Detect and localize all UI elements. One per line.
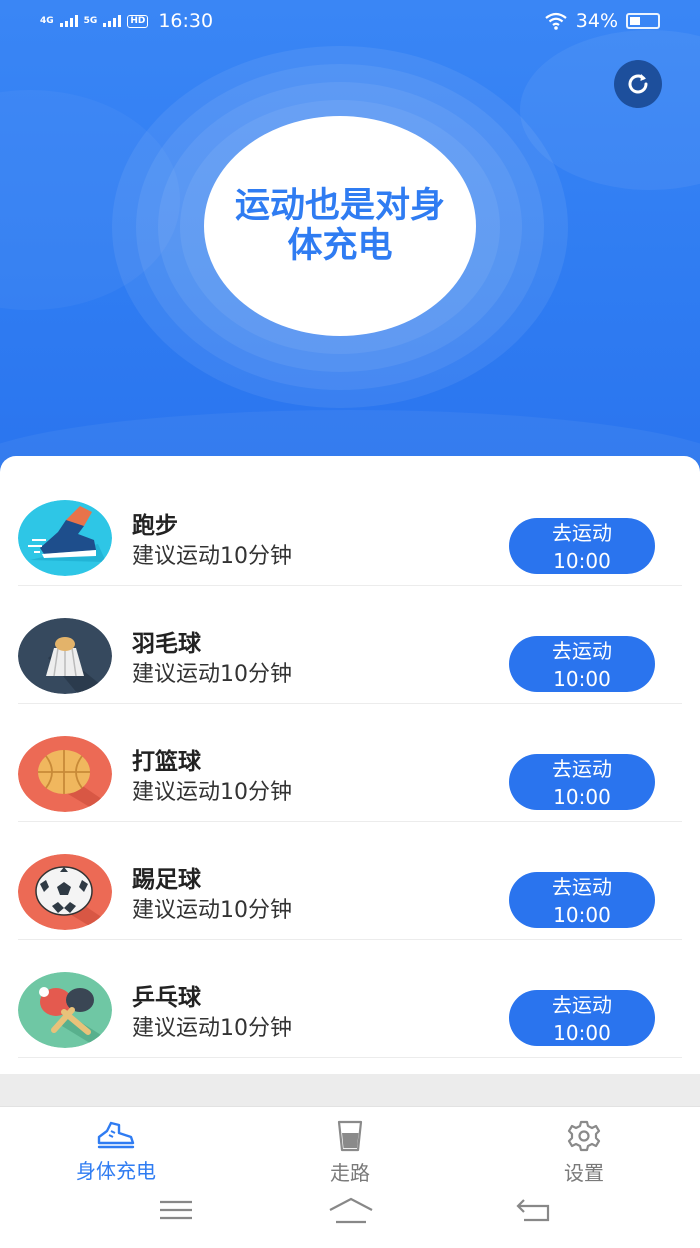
activity-subtitle: 建议运动10分钟 (132, 898, 292, 923)
ping-pong-icon (18, 972, 112, 1048)
cup-icon (337, 1120, 363, 1152)
activity-title: 跑步 (132, 513, 178, 539)
network-5g-label: 5G (83, 15, 98, 26)
button-time: 10:00 (553, 667, 611, 691)
status-time: 16:30 (158, 10, 214, 32)
system-navigation-bar (0, 1196, 700, 1236)
signal-icon (103, 15, 122, 27)
activity-title: 打篮球 (132, 749, 201, 775)
signal-icon (59, 15, 78, 27)
button-label: 去运动 (552, 757, 612, 781)
tab-body-charge[interactable]: 身体充电 (36, 1119, 196, 1184)
button-time: 10:00 (553, 549, 611, 573)
go-exercise-button[interactable]: 去运动 10:00 (509, 754, 655, 810)
activity-subtitle: 建议运动10分钟 (132, 1016, 292, 1041)
button-label: 去运动 (552, 639, 612, 663)
refresh-icon (628, 74, 648, 94)
hero-slogan: 运动也是对身体充电 (234, 186, 445, 266)
refresh-button[interactable] (614, 60, 662, 108)
activity-subtitle: 建议运动10分钟 (132, 662, 292, 687)
basketball-icon (18, 736, 112, 812)
tab-label: 设置 (564, 1161, 604, 1185)
go-exercise-button[interactable]: 去运动 10:00 (509, 518, 655, 574)
button-label: 去运动 (552, 521, 612, 545)
sneaker-icon (97, 1121, 135, 1149)
running-shoe-icon (18, 500, 112, 576)
list-item: 打篮球 建议运动10分钟 去运动 10:00 (18, 704, 682, 822)
button-time: 10:00 (553, 903, 611, 927)
go-exercise-button[interactable]: 去运动 10:00 (509, 636, 655, 692)
list-item: 乒乓球 建议运动10分钟 去运动 10:00 (18, 940, 682, 1058)
activity-subtitle: 建议运动10分钟 (132, 544, 292, 569)
slogan-circle: 运动也是对身体充电 (204, 116, 476, 336)
network-4g-label: 4G (40, 15, 54, 26)
go-exercise-button[interactable]: 去运动 10:00 (509, 872, 655, 928)
button-time: 10:00 (553, 785, 611, 809)
status-bar: 4G 5G HD 16:30 34% (0, 0, 700, 44)
button-label: 去运动 (552, 993, 612, 1017)
button-time: 10:00 (553, 1021, 611, 1045)
list-item: 踢足球 建议运动10分钟 去运动 10:00 (18, 822, 682, 940)
activity-title: 踢足球 (132, 867, 201, 893)
button-label: 去运动 (552, 875, 612, 899)
app-screen: 4G 5G HD 16:30 34% 运动也是对身体充电 跑步 建议运动10分钟… (0, 0, 700, 1248)
home-icon[interactable] (328, 1196, 374, 1226)
tab-settings[interactable]: 设置 (504, 1119, 664, 1186)
activity-subtitle: 建议运动10分钟 (132, 780, 292, 805)
activity-list: 跑步 建议运动10分钟 去运动 10:00 羽毛球 建议运动10分钟 去运动 1… (0, 456, 700, 1074)
activity-title: 羽毛球 (132, 631, 201, 657)
battery-icon (626, 13, 660, 29)
gear-icon (567, 1120, 601, 1152)
hd-badge: HD (127, 14, 149, 28)
activity-title: 乒乓球 (132, 985, 201, 1011)
tab-label: 身体充电 (76, 1159, 156, 1183)
wifi-icon (545, 12, 567, 30)
list-item: 羽毛球 建议运动10分钟 去运动 10:00 (18, 586, 682, 704)
menu-icon[interactable] (158, 1196, 194, 1224)
go-exercise-button[interactable]: 去运动 10:00 (509, 990, 655, 1046)
back-icon[interactable] (514, 1196, 554, 1224)
soccer-ball-icon (18, 854, 112, 930)
hero-banner: 4G 5G HD 16:30 34% 运动也是对身体充电 (0, 0, 700, 480)
tab-label: 走路 (330, 1161, 370, 1185)
badminton-icon (18, 618, 112, 694)
battery-percent: 34% (575, 10, 618, 32)
list-item: 跑步 建议运动10分钟 去运动 10:00 (18, 468, 682, 586)
tab-walking[interactable]: 走路 (270, 1119, 430, 1186)
